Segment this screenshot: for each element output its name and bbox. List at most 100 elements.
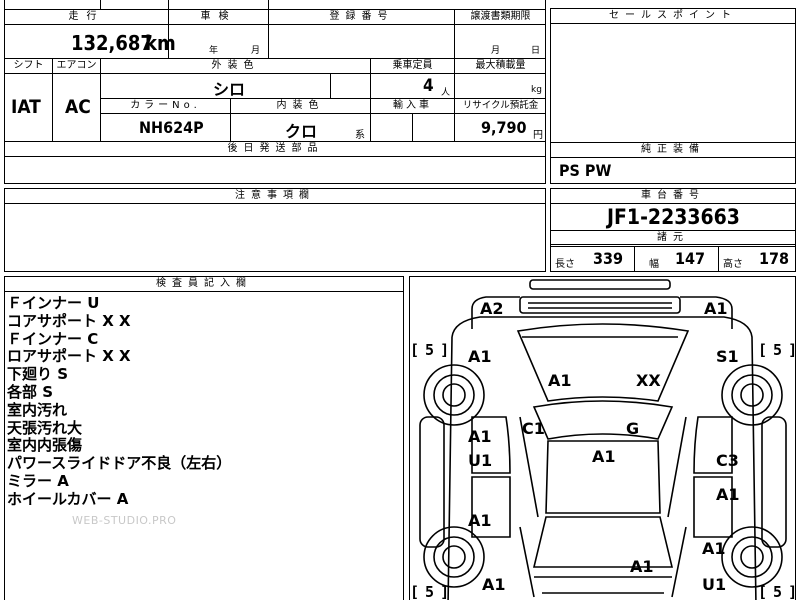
remark-item: コアサポート X X xyxy=(7,311,131,330)
remark-item: 室内汚れ xyxy=(7,400,68,419)
rear-left-wheel-inner xyxy=(433,536,475,578)
capacity-label: 乗車定員 xyxy=(371,59,455,74)
recycle-cell: 9,790 円 xyxy=(455,114,546,142)
mark-front-right: A1 xyxy=(704,299,728,318)
transfer-deadline-cell: 月 日 xyxy=(455,25,546,59)
max-load-label: 最大積載量 xyxy=(455,59,546,74)
series-unit: 系 xyxy=(355,130,365,141)
rear-bumper xyxy=(534,576,672,594)
aircon-cell: AC xyxy=(53,74,101,142)
clipped-row xyxy=(5,0,101,10)
right-side-panel xyxy=(761,416,787,548)
mark-hood-right: XX xyxy=(636,371,661,390)
inspection-cell: 年 月 xyxy=(169,25,269,59)
recycle-value: 9,790 xyxy=(481,118,527,137)
later-parts-area xyxy=(5,157,546,183)
equipment-value: PS PW xyxy=(559,161,612,180)
equipment-box: 純正装備 PS PW xyxy=(550,142,796,184)
chassis-label: 車台番号 xyxy=(551,189,795,204)
color-no-cell: NH624P xyxy=(101,114,231,142)
remarks-list: Ｆインナー U コアサポート X X Ｆインナー C ロアサポート X X 下廻… xyxy=(7,294,231,509)
mark-left-pillar: C1 xyxy=(522,419,545,438)
import-cell-1 xyxy=(371,114,413,142)
chassis-value: JF1-2233663 xyxy=(607,205,740,229)
interior-color-label: 内装色 xyxy=(231,99,371,114)
mark-rf-door: C3 xyxy=(716,451,739,470)
mark-lf-door2: U1 xyxy=(468,451,493,470)
specs-row: 長さ 339 幅 147 高さ 178 xyxy=(551,246,795,272)
remark-item: Ｆインナー C xyxy=(7,329,99,348)
remark-item: 各部 S xyxy=(7,382,54,401)
rear-left-wheel xyxy=(423,526,485,588)
color-no-value: NH624P xyxy=(139,118,204,137)
specs-label: 諸元 xyxy=(551,230,795,245)
capacity-value: 4 xyxy=(423,76,434,96)
tire-left-bottom: [5] xyxy=(410,583,450,600)
car-diagram-box: A2 A1 A1 XX A1 S1 C1 G A1 A1 U1 C3 A1 A1… xyxy=(409,276,796,600)
mark-rear-right: U1 xyxy=(702,575,727,594)
mark-rr-door: A1 xyxy=(716,485,740,504)
remark-item: ロアサポート X X xyxy=(7,347,131,366)
year-unit: 年 xyxy=(209,46,219,56)
sales-point-label: セールスポイント xyxy=(551,9,795,24)
yen-unit: 円 xyxy=(533,130,543,141)
equipment-label: 純正装備 xyxy=(551,143,795,158)
color-no-label: カラーNo. xyxy=(101,99,231,114)
mark-lr-quarter: A1 xyxy=(482,575,506,594)
day-unit: 日 xyxy=(531,46,541,56)
tire-depth-value: 5 xyxy=(773,583,783,600)
transfer-deadline-label: 譲渡書類期限 xyxy=(455,10,546,25)
clipped-row xyxy=(101,0,169,10)
inspector-box: 検査員記入欄 Ｆインナー U コアサポート X X Ｆインナー C ロアサポート… xyxy=(4,276,404,600)
windshield xyxy=(532,400,674,440)
exterior-color-value: シロ xyxy=(213,80,246,99)
height-value: 178 xyxy=(759,249,790,268)
clipped-row xyxy=(269,0,546,10)
exterior-color-extra xyxy=(331,74,371,99)
mileage-cell: 132,687 km xyxy=(5,25,176,59)
mark-front-left: A2 xyxy=(480,299,504,318)
length-value: 339 xyxy=(593,249,624,268)
tire-depth-value: 5 xyxy=(425,341,435,359)
tire-depth-value: 5 xyxy=(773,341,783,359)
max-load-cell: kg xyxy=(455,74,546,99)
width-label: 幅 xyxy=(649,259,659,270)
import-label: 輸入車 xyxy=(371,99,455,114)
rear-right-hub xyxy=(740,545,764,569)
height-label: 高さ xyxy=(723,259,743,270)
month-unit: 月 xyxy=(251,46,261,56)
mark-lf-fender: A1 xyxy=(468,347,492,366)
length-cell: 長さ 339 xyxy=(551,247,635,272)
mark-rear-glass: A1 xyxy=(630,557,654,576)
inspector-label: 検査員記入欄 xyxy=(5,277,403,292)
remark-item: ホイールカバー A xyxy=(7,489,129,508)
width-value: 147 xyxy=(675,249,706,268)
kg-unit: kg xyxy=(531,85,542,95)
height-cell: 高さ 178 xyxy=(719,247,795,272)
grille-bars xyxy=(528,302,672,309)
rear-right-wheel-inner xyxy=(731,536,773,578)
clipped-row xyxy=(169,0,269,10)
inspection-label: 車検 xyxy=(169,10,269,25)
mark-hood: A1 xyxy=(548,371,572,390)
chassis-box: 車台番号 JF1-2233663 諸元 長さ 339 幅 147 高さ 178 xyxy=(550,188,796,272)
front-left-wheel xyxy=(423,364,485,426)
recycle-label: リサイクル預託金 xyxy=(455,99,546,114)
persons-unit: 人 xyxy=(441,88,451,98)
shift-cell: IAT xyxy=(5,74,53,142)
notes-label: 注意事項欄 xyxy=(5,189,545,204)
interior-color-value: クロ xyxy=(285,122,318,141)
length-label: 長さ xyxy=(555,259,575,270)
mark-lf-door: A1 xyxy=(468,427,492,446)
remark-item: 下廻り S xyxy=(7,365,69,384)
shift-value: IAT xyxy=(11,96,41,118)
hood xyxy=(516,323,690,402)
watermark: WEB-STUDIO.PRO xyxy=(72,514,177,527)
mark-rf-fender: S1 xyxy=(716,347,739,366)
remark-item: Ｆインナー U xyxy=(7,294,100,312)
interior-color-cell: クロ 系 xyxy=(231,114,371,142)
import-cell-2 xyxy=(413,114,455,142)
shift-label: シフト xyxy=(5,59,53,74)
tire-depth-value: 5 xyxy=(425,583,435,600)
tire-right-top: [5] xyxy=(758,341,795,359)
